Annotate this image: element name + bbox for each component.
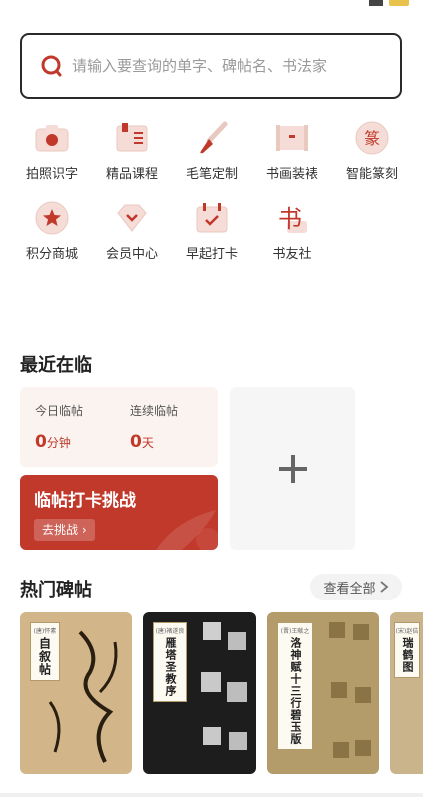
copybook-card[interactable]: (宋)赵佶 瑞鹤图: [390, 612, 423, 774]
hot-section-title: 热门碑帖: [20, 580, 92, 601]
seal-icon: 篆: [353, 119, 391, 157]
copybook-tag: (宋)赵佶 瑞鹤图: [394, 622, 420, 678]
today-unit: 分钟: [46, 436, 71, 450]
scroll-icon: [273, 119, 311, 157]
copybook-card[interactable]: (唐)怀素 自叙帖: [20, 612, 132, 774]
community-icon: 书: [273, 199, 311, 237]
feature-member-center[interactable]: 会员中心: [92, 195, 172, 275]
copybook-era: (晋)王献之: [280, 628, 310, 635]
book-icon: [113, 119, 151, 157]
copybook-name: 洛神赋十三行碧玉版: [289, 637, 302, 745]
copybook-card[interactable]: (晋)王献之 洛神赋十三行碧玉版: [267, 612, 379, 774]
streak-label: 连续临帖: [130, 404, 179, 418]
feature-label: 毛笔定制: [185, 167, 238, 182]
chevron-right-icon: [379, 581, 388, 593]
copybook-name: 雁塔圣教序: [164, 637, 177, 697]
copybook-era: (唐)褚遂良: [155, 628, 185, 635]
community-char: 书: [278, 205, 302, 233]
status-icons: [369, 0, 409, 6]
star-badge-icon: [33, 199, 71, 237]
camera-icon: [33, 119, 71, 157]
signal-icon: [369, 0, 383, 6]
hot-copybooks-list: (唐)怀素 自叙帖 (唐)褚遂良 雁塔圣教序 (晋)王献之 洛神赋十三行碧玉版 …: [20, 612, 423, 774]
streak-value: 0: [130, 432, 142, 452]
search-bar[interactable]: [20, 33, 402, 99]
search-input[interactable]: [72, 57, 372, 75]
feature-early-checkin[interactable]: 早起打卡: [172, 195, 252, 275]
view-all-button[interactable]: 查看全部: [310, 574, 402, 600]
feature-photo-recognition[interactable]: 拍照识字: [12, 115, 92, 195]
copybook-tag: (晋)王献之 洛神赋十三行碧玉版: [277, 622, 313, 750]
feature-brush-custom[interactable]: 毛笔定制: [172, 115, 252, 195]
challenge-title: 临帖打卡挑战: [34, 491, 136, 511]
today-label: 今日临帖: [35, 404, 84, 418]
feature-label: 早起打卡: [185, 247, 238, 262]
brush-icon: [193, 119, 231, 157]
battery-icon: [389, 0, 409, 6]
feature-points-mall[interactable]: 积分商城: [12, 195, 92, 275]
feature-label: 会员中心: [105, 247, 158, 262]
feature-book-club[interactable]: 书 书友社: [252, 195, 332, 275]
feature-smart-seal[interactable]: 篆 智能篆刻: [332, 115, 412, 195]
seal-char: 篆: [364, 129, 380, 148]
feature-label: 拍照识字: [25, 167, 78, 182]
practice-challenge-card[interactable]: 临帖打卡挑战 去挑战 ›: [20, 475, 218, 550]
today-practice-stat: 今日临帖 0分钟: [35, 402, 83, 452]
status-bar: [0, 0, 423, 10]
copybook-era: (宋)赵佶: [395, 628, 419, 635]
diamond-icon: [113, 199, 151, 237]
feature-courses[interactable]: 精品课程: [92, 115, 172, 195]
plus-icon: [278, 454, 307, 483]
challenge-button[interactable]: 去挑战 ›: [34, 519, 95, 541]
view-all-label: 查看全部: [323, 581, 376, 597]
search-icon: [40, 54, 64, 78]
add-practice-card[interactable]: [230, 387, 355, 550]
practice-stats-card[interactable]: 今日临帖 0分钟 连续临帖 0天: [20, 387, 218, 467]
feature-label: 书友社: [272, 247, 312, 262]
feature-grid: 拍照识字 精品课程 毛笔定制 书画装裱 篆 智能篆刻 积分商城 会员中心 早起打…: [12, 115, 412, 275]
today-value: 0: [35, 432, 47, 452]
calendar-check-icon: [193, 199, 231, 237]
copybook-name: 瑞鹤图: [401, 637, 414, 673]
bottom-divider: [0, 793, 423, 797]
feature-label: 精品课程: [105, 167, 158, 182]
recent-section-title: 最近在临: [20, 355, 92, 376]
brush-deco-icon: [156, 510, 218, 550]
copybook-tag: (唐)褚遂良 雁塔圣教序: [153, 622, 187, 702]
copybook-name: 自叙帖: [37, 637, 52, 676]
copybook-card[interactable]: (唐)褚遂良 雁塔圣教序: [143, 612, 256, 774]
feature-label: 智能篆刻: [345, 167, 398, 182]
copybook-era: (唐)怀素: [33, 628, 57, 635]
feature-label: 书画装裱: [265, 167, 318, 182]
feature-label: 积分商城: [25, 247, 78, 262]
feature-mounting[interactable]: 书画装裱: [252, 115, 332, 195]
streak-practice-stat: 连续临帖 0天: [130, 402, 178, 452]
streak-unit: 天: [141, 436, 154, 450]
copybook-tag: (唐)怀素 自叙帖: [30, 622, 60, 681]
